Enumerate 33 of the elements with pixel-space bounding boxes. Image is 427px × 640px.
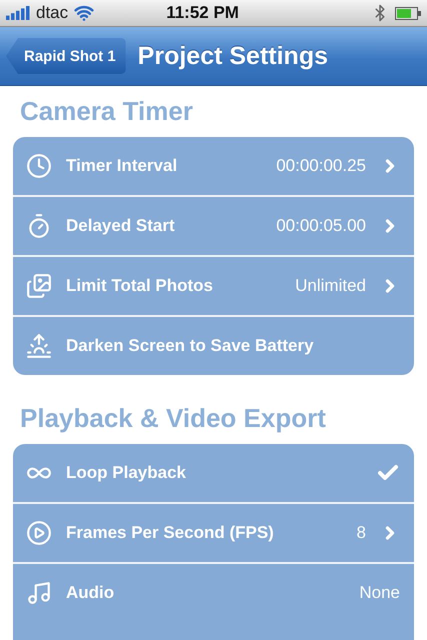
back-button[interactable]: Rapid Shot 1 — [6, 38, 126, 74]
section-title: Camera Timer — [19, 95, 194, 128]
row-value: 00:00:05.00 — [276, 216, 366, 236]
carrier-name: dtac — [36, 3, 68, 23]
settings-row[interactable]: Timer Interval 00:00:00.25 — [13, 137, 414, 195]
wifi-icon — [74, 3, 94, 23]
settings-row[interactable]: Frames Per Second (FPS) 8 — [13, 502, 414, 562]
settings-row[interactable]: Delayed Start 00:00:05.00 — [13, 195, 414, 255]
row-label: Timer Interval — [66, 156, 178, 176]
battery-icon — [395, 6, 421, 20]
play-icon — [26, 520, 52, 546]
clock-icon — [26, 153, 52, 179]
signal-icon — [6, 6, 30, 20]
row-label: Darken Screen to Save Battery — [66, 336, 315, 356]
settings-row[interactable]: Loop Playback — [13, 444, 414, 502]
settings-row[interactable]: Limit Total Photos Unlimited — [13, 255, 414, 315]
section-title: Playback & Video Export — [19, 402, 327, 435]
settings-row[interactable]: Darken Screen to Save Battery — [13, 315, 414, 375]
row-label: Delayed Start — [66, 216, 176, 236]
row-label: Loop Playback — [66, 463, 187, 483]
settings-row[interactable]: Audio None — [13, 562, 414, 622]
row-value: 8 — [356, 523, 366, 543]
status-time: 11:52 PM — [165, 3, 240, 23]
row-value: 00:00:00.25 — [276, 156, 366, 176]
row-label: Limit Total Photos — [66, 276, 214, 296]
sunrise-icon — [26, 333, 52, 359]
nav-title: Project Settings — [138, 42, 328, 70]
row-value: None — [359, 583, 400, 603]
photos-icon — [26, 273, 52, 299]
row-label: Audio — [66, 583, 116, 603]
row-label: Frames Per Second (FPS) — [66, 523, 275, 543]
music-note-icon — [26, 580, 52, 606]
row-value: Unlimited — [295, 276, 366, 296]
